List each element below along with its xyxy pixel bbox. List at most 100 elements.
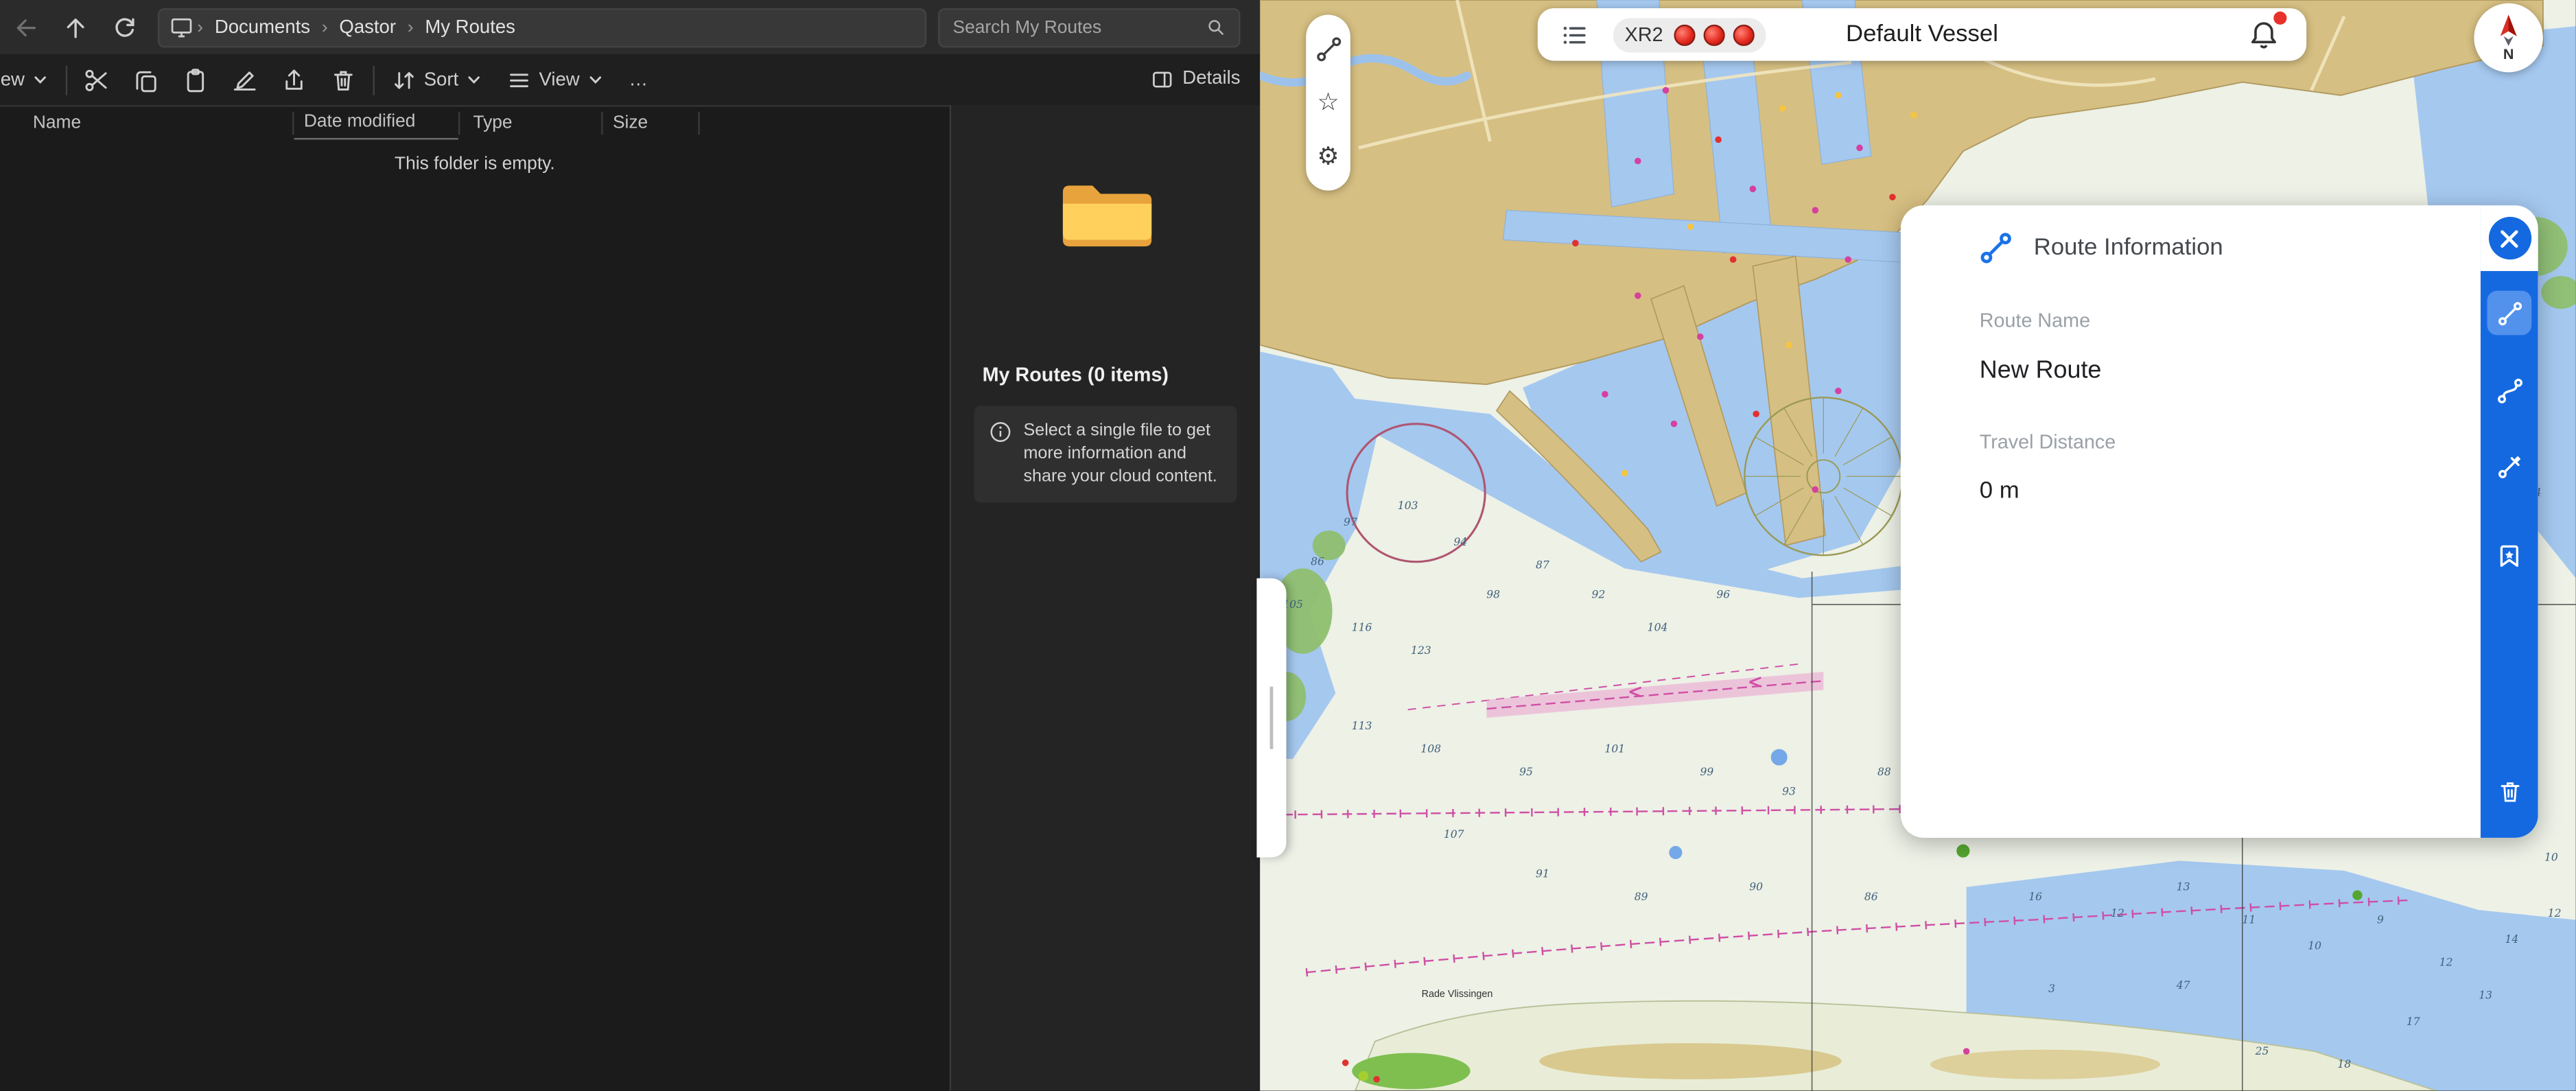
vessel-status-pill[interactable]: XR2 (1613, 17, 1767, 52)
panel-title: Route Information (2033, 235, 2223, 261)
new-button[interactable]: New (0, 60, 56, 99)
chevron-down-icon (589, 76, 601, 84)
rename-button[interactable] (225, 60, 264, 99)
info-text: Select a single file to get more informa… (1023, 420, 1217, 487)
compass-button[interactable]: N (2474, 3, 2543, 73)
column-header-size[interactable]: Size (603, 105, 699, 139)
route-icon (1316, 36, 1341, 61)
sort-icon (395, 71, 414, 89)
settings-button[interactable]: ⚙ (1310, 139, 1346, 175)
column-header-date-modified[interactable]: Date modified (294, 105, 458, 140)
screen: › Documents › Qastor › My Routes New (0, 0, 2576, 1091)
bookmark-star-icon (2500, 545, 2518, 567)
view-icon (510, 73, 529, 86)
routes-tool-button[interactable] (1310, 30, 1346, 67)
delete-route-button[interactable] (2487, 769, 2532, 813)
breadcrumb-item-my-routes[interactable]: My Routes (417, 14, 524, 40)
up-arrow-icon (67, 17, 84, 38)
route-draw-icon (2497, 455, 2520, 478)
paste-button[interactable] (176, 60, 215, 99)
ellipsis-icon: … (629, 69, 648, 90)
empty-folder-message: This folder is empty. (395, 154, 555, 174)
back-arrow-icon (16, 19, 36, 36)
trash-icon (2500, 782, 2519, 801)
edit-route-tool-button[interactable] (2487, 290, 2532, 336)
travel-distance-value: 0 m (1979, 478, 2019, 504)
route-name-value: New Route (1979, 356, 2102, 385)
status-light (1674, 23, 1696, 45)
status-light (1704, 23, 1726, 45)
gear-icon: ⚙ (1317, 143, 1339, 171)
copy-button[interactable] (126, 60, 165, 99)
breadcrumb-separator: › (197, 17, 204, 37)
route-edit-icon (2497, 301, 2521, 325)
folder-icon (1062, 185, 1151, 247)
rail-top-cap (2480, 205, 2538, 272)
this-pc-icon (171, 18, 192, 38)
route-curve-icon (2496, 377, 2522, 403)
share-button[interactable] (274, 60, 314, 99)
route-draw-tool-button[interactable] (2487, 443, 2532, 488)
toolbar-divider (65, 64, 68, 95)
info-box: Select a single file to get more informa… (974, 406, 1237, 502)
address-bar[interactable]: › Documents › Qastor › My Routes (157, 7, 927, 47)
close-icon (2501, 229, 2518, 247)
refresh-button[interactable] (105, 8, 144, 47)
route-curve-tool-button[interactable] (2487, 368, 2532, 412)
rename-icon (233, 71, 256, 90)
compass-needle-icon: N (2500, 14, 2517, 62)
trash-icon (333, 70, 353, 90)
list-menu-icon (1562, 25, 1585, 43)
vessel-code: XR2 (1624, 23, 1663, 47)
breadcrumb-item-qastor[interactable]: Qastor (331, 14, 404, 40)
route-tools-rail (2480, 205, 2538, 838)
delete-button[interactable] (324, 60, 363, 99)
search-input[interactable] (952, 17, 1206, 37)
cut-button[interactable] (78, 60, 117, 99)
route-icon (1980, 233, 2011, 263)
info-icon (990, 422, 1011, 443)
explorer-navbar: › Documents › Qastor › My Routes (0, 0, 1261, 55)
status-light (1733, 23, 1755, 45)
search-icon (1208, 20, 1223, 35)
drag-grip (1269, 686, 1274, 749)
up-button[interactable] (56, 8, 95, 47)
breadcrumb-separator: › (407, 17, 414, 37)
bookmark-tool-button[interactable] (2487, 534, 2532, 578)
back-button[interactable] (7, 8, 46, 47)
breadcrumb-item-documents[interactable]: Documents (207, 14, 318, 40)
vessel-bar: XR2 Default Vessel (1537, 8, 2307, 61)
scissors-icon (85, 69, 107, 91)
details-pane: My Routes (0 items) Select a single file… (949, 105, 1261, 1091)
toolbar-divider (373, 64, 375, 95)
route-info-panel: Route Information Route Name New Route T… (1901, 205, 2481, 838)
route-name-label: Route Name (1979, 309, 2091, 332)
chevron-down-icon (468, 76, 480, 84)
route-info-card: Route Information Route Name New Route T… (1900, 205, 2538, 838)
column-divider (698, 110, 700, 134)
close-panel-button[interactable] (2487, 217, 2531, 260)
file-explorer-window: › Documents › Qastor › My Routes New (0, 0, 1261, 1091)
details-button[interactable]: Details (1149, 59, 1240, 98)
preview-title: My Routes (0 items) (982, 363, 1169, 386)
menu-button[interactable] (1558, 18, 1591, 51)
file-list-area[interactable]: This folder is empty. (0, 139, 950, 1091)
refresh-icon (115, 17, 134, 36)
map-left-toolbar: ☆ ⚙ (1306, 14, 1350, 191)
chevron-down-icon (34, 76, 46, 84)
view-button[interactable]: View (500, 60, 611, 99)
paste-icon (187, 68, 204, 92)
more-options-button[interactable]: … (621, 60, 656, 99)
column-header-name[interactable]: Name (0, 105, 292, 139)
details-pane-icon (1152, 71, 1172, 87)
drawer-handle[interactable] (1256, 578, 1287, 858)
notification-dot (2273, 11, 2287, 25)
column-headers: Name Date modified Type Size (0, 105, 950, 140)
star-icon: ☆ (1317, 89, 1339, 117)
search-box (937, 7, 1241, 47)
sort-button[interactable]: Sort (384, 60, 489, 99)
north-label: N (2503, 46, 2514, 62)
column-header-type[interactable]: Type (460, 105, 601, 139)
explorer-command-bar: New (0, 54, 1261, 107)
favorites-button[interactable]: ☆ (1310, 84, 1346, 121)
